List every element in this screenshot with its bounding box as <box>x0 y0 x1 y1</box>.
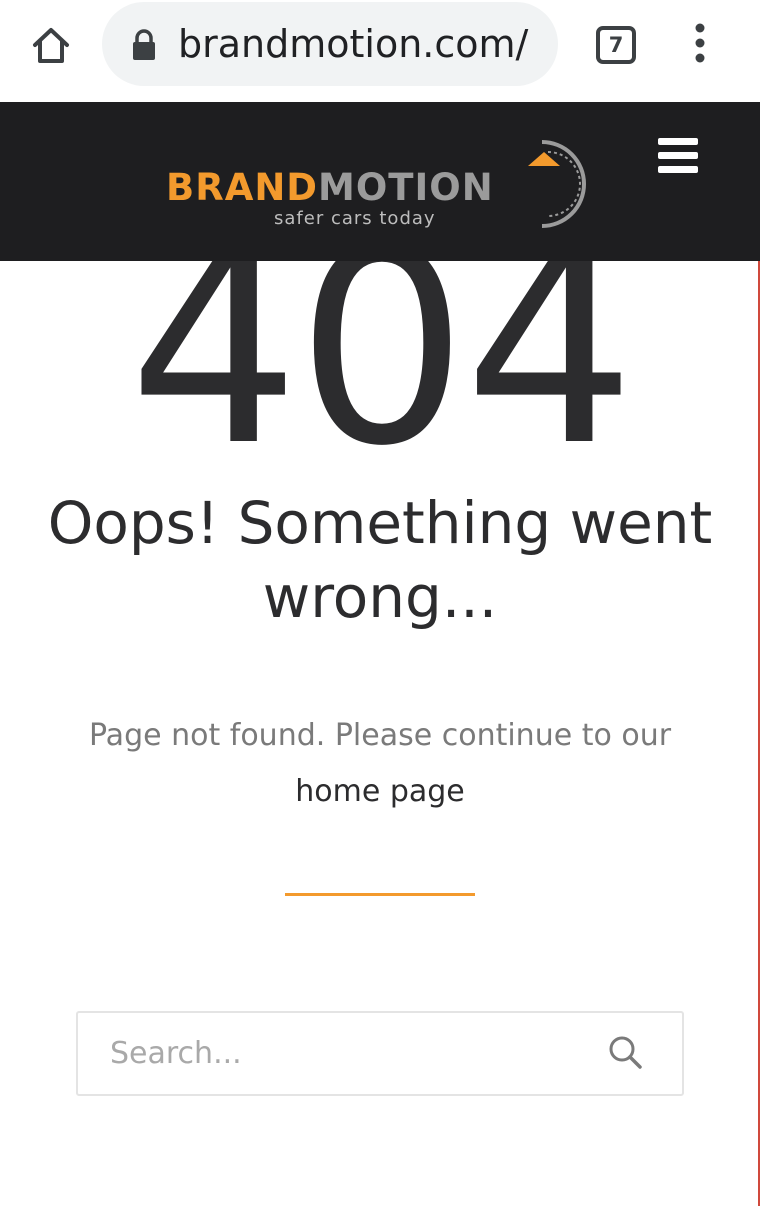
site-header: BRANDMOTION safer cars today <box>0 102 760 261</box>
brand-logo[interactable]: BRANDMOTION safer cars today <box>166 138 596 234</box>
browser-toolbar: brandmotion.com/ 7 <box>0 0 760 102</box>
logo-wordmark: BRANDMOTION <box>166 168 494 208</box>
logo-tagline: safer cars today <box>274 208 436 229</box>
browser-menu-button[interactable] <box>682 22 718 66</box>
url-text: brandmotion.com/ <box>178 22 529 66</box>
home-button[interactable] <box>26 20 76 70</box>
lock-icon <box>133 29 155 60</box>
error-headline: Oops! Something went wrong... <box>47 489 713 631</box>
logo-speedometer-icon <box>528 140 586 228</box>
tab-switcher-button[interactable]: 7 <box>596 26 636 64</box>
hamburger-bar <box>658 138 698 145</box>
more-vert-icon <box>695 23 705 63</box>
home-page-link[interactable]: home page <box>295 774 465 809</box>
tab-count: 7 <box>608 33 624 57</box>
accent-divider <box>285 893 475 896</box>
search-form <box>76 1011 684 1096</box>
logo-motion-text: MOTION <box>318 166 494 209</box>
logo-brand-text: BRAND <box>166 166 319 209</box>
address-bar[interactable]: brandmotion.com/ <box>102 2 558 86</box>
search-button[interactable] <box>606 1033 646 1073</box>
hamburger-bar <box>658 166 698 173</box>
home-icon <box>33 28 69 63</box>
error-message-text: Page not found. Please continue to our <box>88 718 672 753</box>
error-message: Page not found. Please continue to our h… <box>60 708 700 820</box>
hamburger-menu-button[interactable] <box>658 138 698 174</box>
search-icon <box>609 1036 642 1069</box>
search-input[interactable] <box>78 1013 598 1094</box>
hamburger-bar <box>658 152 698 159</box>
